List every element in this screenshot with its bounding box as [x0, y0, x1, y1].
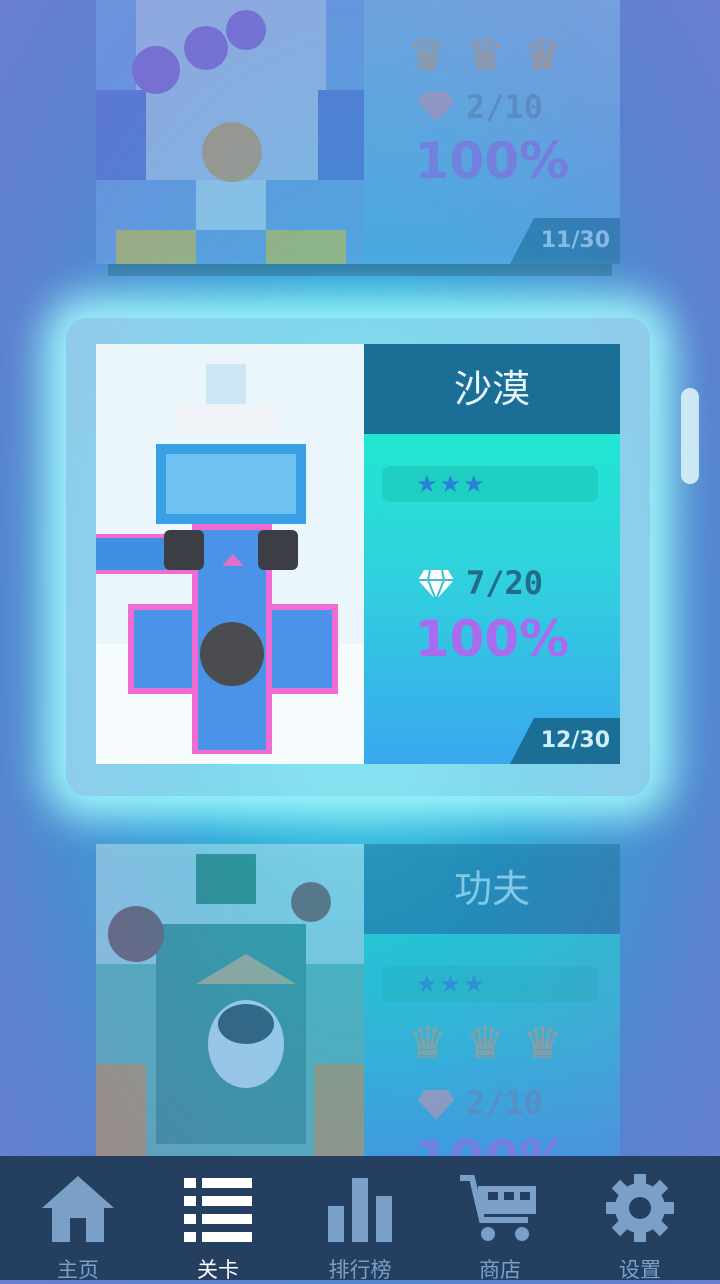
level-preview-image: [96, 844, 364, 1156]
gem-count: 2/10: [466, 88, 544, 126]
list-icon: [184, 1178, 252, 1242]
level-preview-image: [96, 344, 364, 764]
level-card-12[interactable]: 沙漠 ★★★ 7/20 100% 12/30: [96, 344, 620, 764]
card-shadow: [108, 264, 612, 276]
level-card-13[interactable]: 功夫 ★★★ ♛♛♛ 2/10 100%: [96, 844, 620, 1156]
nav-leaderboard[interactable]: 排行榜: [300, 1172, 420, 1282]
gem-count: 2/10: [466, 1084, 544, 1122]
crowns-icon: ♛♛♛: [408, 30, 581, 81]
gem-count: 7/20: [466, 564, 544, 602]
level-info-panel: 功夫 ★★★ ♛♛♛ 2/10 100%: [364, 844, 620, 1156]
bottom-navigation: 主页 关卡 排行榜 商店 设置: [0, 1156, 720, 1282]
cart-icon: [460, 1175, 536, 1241]
level-preview-image: [96, 0, 364, 264]
level-card-11[interactable]: ♛♛♛ 2/10 100% 11/30: [96, 0, 620, 264]
diamond-icon: [418, 92, 454, 122]
completion-percent: 100%: [414, 610, 570, 668]
star-rating: ★★★: [382, 966, 598, 1002]
home-icon: [42, 1176, 114, 1242]
leaderboard-icon: [328, 1178, 392, 1242]
level-title: 沙漠: [364, 344, 620, 434]
gear-icon: [606, 1174, 674, 1242]
diamond-icon: [418, 1090, 454, 1120]
nav-shop[interactable]: 商店: [440, 1172, 560, 1282]
completion-percent: 100%: [414, 132, 570, 190]
star-rating: ★★★: [382, 466, 598, 502]
level-info-panel: 沙漠 ★★★ 7/20 100%: [364, 344, 620, 764]
completion-percent: 100%: [364, 1130, 620, 1156]
crowns-icon: ♛♛♛: [408, 1018, 581, 1069]
scrollbar-thumb[interactable]: [681, 388, 699, 484]
nav-home[interactable]: 主页: [18, 1172, 138, 1282]
nav-levels[interactable]: 关卡: [158, 1172, 278, 1282]
level-title: 功夫: [364, 844, 620, 934]
diamond-icon: [418, 569, 454, 603]
nav-settings[interactable]: 设置: [580, 1172, 700, 1282]
